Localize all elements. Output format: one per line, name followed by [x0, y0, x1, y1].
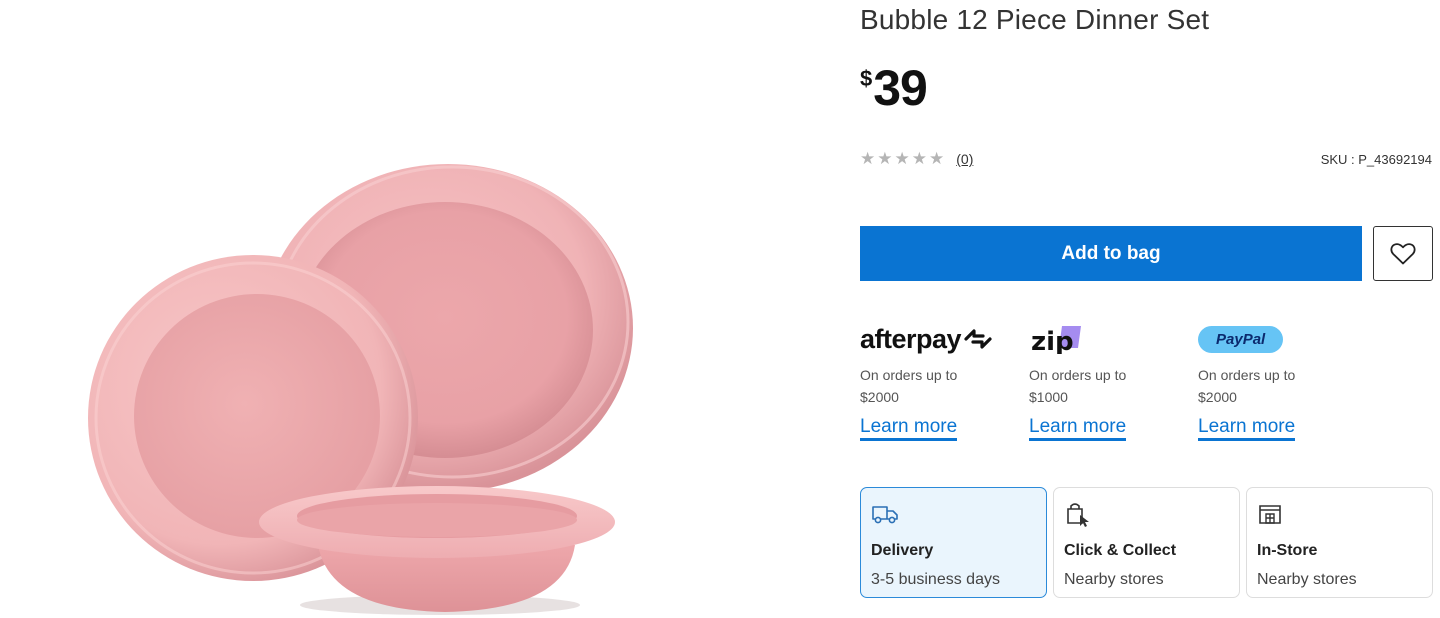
fulfilment-title: Click & Collect [1064, 542, 1177, 559]
fulfilment-subtitle: Nearby stores [1257, 571, 1357, 588]
svg-text:zip: zip [1031, 327, 1074, 354]
dinner-set-illustration [88, 164, 633, 615]
add-to-bag-button[interactable]: Add to bag [860, 226, 1362, 281]
fulfilment-title: Delivery [871, 542, 934, 559]
payment-paypal: PayPal On orders up to $2000 Learn more [1198, 320, 1368, 460]
payment-zip: zip On orders up to $1000 Learn more [1029, 320, 1199, 460]
fulfilment-subtitle: 3-5 business days [871, 571, 1000, 588]
zip-learn-more-link[interactable]: Learn more [1029, 416, 1127, 441]
star-icon: ★ [894, 148, 910, 169]
store-icon [1259, 505, 1281, 524]
afterpay-logo: afterpay [860, 320, 1030, 358]
zip-logo-mark: zip [1031, 326, 1081, 354]
sku: SKU : P_43692194 [1320, 151, 1432, 167]
fulfilment-click-collect[interactable]: Click & Collect Nearby stores [1053, 487, 1240, 598]
paypal-logo: PayPal [1198, 320, 1368, 358]
rating-row: ★ ★ ★ ★ ★ (0) SKU : P_43692194 [860, 148, 1432, 170]
review-count-link[interactable]: (0) [956, 151, 973, 167]
zip-logo: zip [1029, 320, 1199, 358]
paypal-description: On orders up to $2000 [1198, 367, 1296, 405]
wishlist-button[interactable] [1373, 226, 1433, 281]
star-icon: ★ [929, 148, 945, 169]
fulfilment-title: In-Store [1257, 542, 1318, 559]
price-amount: 39 [873, 60, 928, 116]
afterpay-description: On orders up to $2000 [860, 367, 958, 405]
product-price: $ 39 [860, 60, 928, 116]
fulfilment-delivery[interactable]: Delivery 3-5 business days [860, 487, 1047, 598]
afterpay-arrows-icon [964, 329, 992, 349]
product-title: Bubble 12 Piece Dinner Set [860, 4, 1210, 35]
star-icon: ★ [860, 148, 876, 169]
heart-icon [1390, 242, 1416, 264]
star-icon: ★ [877, 148, 893, 169]
rating[interactable]: ★ ★ ★ ★ ★ (0) [860, 148, 973, 169]
fulfilment-in-store[interactable]: In-Store Nearby stores [1246, 487, 1433, 598]
star-icon: ★ [911, 148, 927, 169]
paypal-badge: PayPal [1198, 325, 1284, 353]
truck-icon [872, 506, 898, 524]
afterpay-learn-more-link[interactable]: Learn more [860, 416, 958, 441]
zip-description: On orders up to $1000 [1029, 367, 1127, 405]
click-collect-icon [1067, 503, 1089, 527]
product-info: Bubble 12 Piece Dinner Set $ 39 ★ ★ ★ ★ … [860, 0, 1434, 618]
paypal-learn-more-link[interactable]: Learn more [1198, 416, 1296, 441]
price-currency: $ [860, 66, 873, 91]
payment-afterpay: afterpay On orders up to $2000 Learn mor… [860, 320, 1030, 460]
product-image [0, 0, 840, 618]
fulfilment-subtitle: Nearby stores [1064, 571, 1164, 588]
